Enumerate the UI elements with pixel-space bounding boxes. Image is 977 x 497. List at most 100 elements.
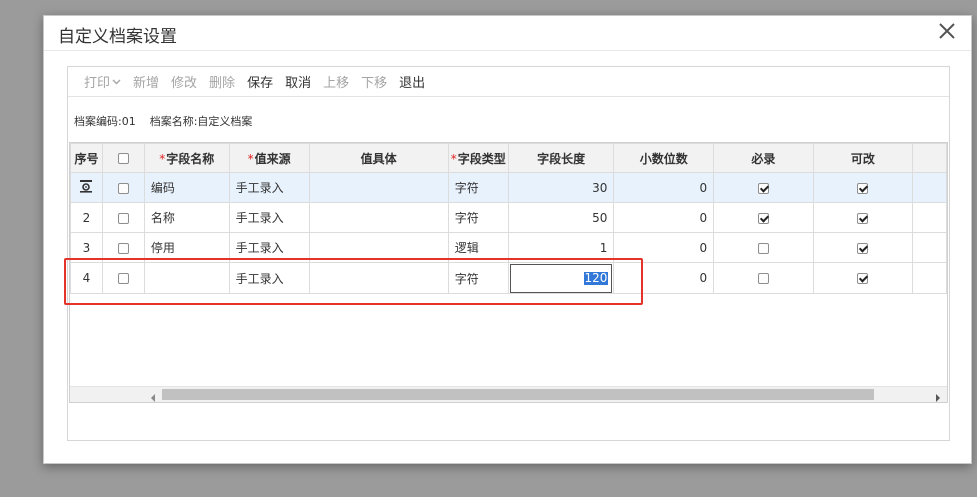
required-mark: * (159, 151, 166, 166)
col-field-name-label: 字段名称 (166, 151, 215, 166)
scroll-right-icon[interactable] (935, 391, 941, 402)
value-source-cell[interactable]: 手工录入 (228, 262, 310, 294)
header-row: 序号 *字段名称 *值来源 值具体 *字段类型 字段长度 小数位数 必录 可改 (70, 143, 947, 173)
content-panel: 打印 新增 修改 删除 保存 取消 上移 下移 退出 档案编码:01 档案名称:自… (67, 66, 950, 441)
horizontal-scrollbar[interactable] (70, 386, 947, 402)
custom-archive-dialog: 自定义档案设置 打印 新增 修改 删除 保存 取消 上移 下移 退出 档案编码:… (43, 15, 972, 464)
modify-button[interactable]: 修改 (171, 72, 197, 91)
field-table: 序号 *字段名称 *值来源 值具体 *字段类型 字段长度 小数位数 必录 可改 (70, 143, 947, 294)
field-type-cell[interactable]: 字符 (447, 262, 509, 294)
decimals-cell[interactable]: 0 (613, 262, 715, 294)
cancel-button[interactable]: 取消 (285, 72, 311, 91)
required-cell[interactable] (713, 232, 814, 263)
row-select-cell[interactable] (101, 262, 145, 294)
editable-checkbox[interactable] (857, 273, 869, 284)
field-name-cell[interactable]: 停用 (143, 232, 230, 263)
move-down-button[interactable]: 下移 (361, 72, 387, 91)
select-all-checkbox[interactable] (117, 153, 129, 164)
field-length-cell[interactable]: 50 (507, 202, 615, 233)
title-divider (44, 50, 971, 51)
row-select-cell[interactable] (101, 202, 145, 233)
col-field-type: *字段类型 (447, 143, 509, 173)
row-checkbox[interactable] (117, 212, 129, 224)
col-value-source-label: 值来源 (254, 151, 291, 166)
table-row[interactable]: 2 名称 手工录入 字符 50 0 (70, 202, 947, 233)
editable-cell[interactable] (812, 262, 914, 294)
field-type-cell[interactable]: 字符 (447, 172, 509, 203)
field-length-cell[interactable]: 30 (507, 172, 615, 203)
gear-icon[interactable] (79, 179, 93, 196)
filler-cell (912, 172, 947, 203)
required-mark: * (450, 151, 457, 166)
col-filler (912, 143, 947, 173)
decimals-cell[interactable]: 0 (613, 202, 715, 233)
value-entity-cell[interactable] (308, 232, 449, 263)
table-row[interactable]: 4 手工录入 字符 120 0 (70, 262, 947, 294)
field-name-cell[interactable] (143, 262, 230, 294)
required-checkbox[interactable] (757, 182, 769, 194)
value-source-cell[interactable]: 手工录入 (228, 232, 310, 263)
col-editable: 可改 (812, 143, 914, 173)
required-cell[interactable] (713, 172, 814, 203)
scroll-left-icon[interactable] (150, 391, 156, 402)
required-checkbox[interactable] (757, 242, 769, 254)
col-field-length: 字段长度 (507, 143, 615, 173)
field-length-cell[interactable]: 1 (507, 232, 615, 263)
col-select-all[interactable] (101, 143, 145, 173)
required-checkbox[interactable] (757, 212, 769, 224)
required-cell[interactable] (713, 262, 814, 294)
row-seq-cell[interactable] (70, 172, 103, 203)
editable-checkbox[interactable] (857, 182, 869, 194)
field-type-cell[interactable]: 逻辑 (447, 232, 509, 263)
field-type-cell[interactable]: 字符 (447, 202, 509, 233)
col-seq: 序号 (70, 143, 103, 173)
dialog-title: 自定义档案设置 (58, 27, 177, 47)
value-source-cell[interactable]: 手工录入 (228, 202, 310, 233)
archive-code: 档案编码:01 (74, 115, 136, 128)
table-row[interactable]: 编码 手工录入 字符 30 0 (70, 172, 947, 203)
decimals-cell[interactable]: 0 (613, 232, 715, 263)
scrollbar-thumb[interactable] (162, 389, 874, 400)
row-checkbox[interactable] (117, 273, 129, 284)
value-entity-cell[interactable] (308, 172, 449, 203)
editable-cell[interactable] (812, 172, 914, 203)
decimals-cell[interactable]: 0 (613, 172, 715, 203)
col-value-entity: 值具体 (308, 143, 449, 173)
chevron-down-icon (112, 74, 121, 89)
move-up-button[interactable]: 上移 (323, 72, 349, 91)
delete-button[interactable]: 删除 (209, 72, 235, 91)
value-source-cell[interactable]: 手工录入 (228, 172, 310, 203)
save-button[interactable]: 保存 (247, 72, 273, 91)
table-row[interactable]: 3 停用 手工录入 逻辑 1 0 (70, 232, 947, 263)
editable-cell[interactable] (812, 202, 914, 233)
row-select-cell[interactable] (101, 232, 145, 263)
value-entity-cell[interactable] (308, 202, 449, 233)
row-checkbox[interactable] (117, 182, 129, 194)
filler-cell (912, 202, 947, 233)
editable-checkbox[interactable] (857, 212, 869, 224)
required-cell[interactable] (713, 202, 814, 233)
print-label: 打印 (84, 76, 111, 91)
col-decimals: 小数位数 (613, 143, 715, 173)
field-name-cell[interactable]: 编码 (143, 172, 230, 203)
row-checkbox[interactable] (117, 242, 129, 254)
editable-cell[interactable] (812, 232, 914, 263)
exit-button[interactable]: 退出 (399, 72, 425, 91)
field-length-cell[interactable]: 120 (507, 262, 615, 294)
field-length-input[interactable]: 120 (509, 264, 613, 293)
col-field-type-label: 字段类型 (457, 151, 506, 166)
value-entity-cell[interactable] (308, 262, 449, 294)
print-button[interactable]: 打印 (84, 72, 121, 91)
editable-checkbox[interactable] (857, 242, 869, 254)
filler-cell (912, 232, 947, 263)
required-checkbox[interactable] (757, 273, 769, 284)
row-select-cell[interactable] (101, 172, 145, 203)
row-seq-cell: 4 (70, 262, 103, 294)
field-name-cell[interactable]: 名称 (143, 202, 230, 233)
close-icon[interactable] (937, 20, 957, 42)
row-seq-cell: 3 (70, 232, 103, 263)
toolbar: 打印 新增 修改 删除 保存 取消 上移 下移 退出 (68, 67, 949, 97)
archive-name: 档案名称:自定义档案 (149, 115, 253, 128)
field-length-value: 120 (583, 271, 609, 285)
add-button[interactable]: 新增 (133, 72, 159, 91)
